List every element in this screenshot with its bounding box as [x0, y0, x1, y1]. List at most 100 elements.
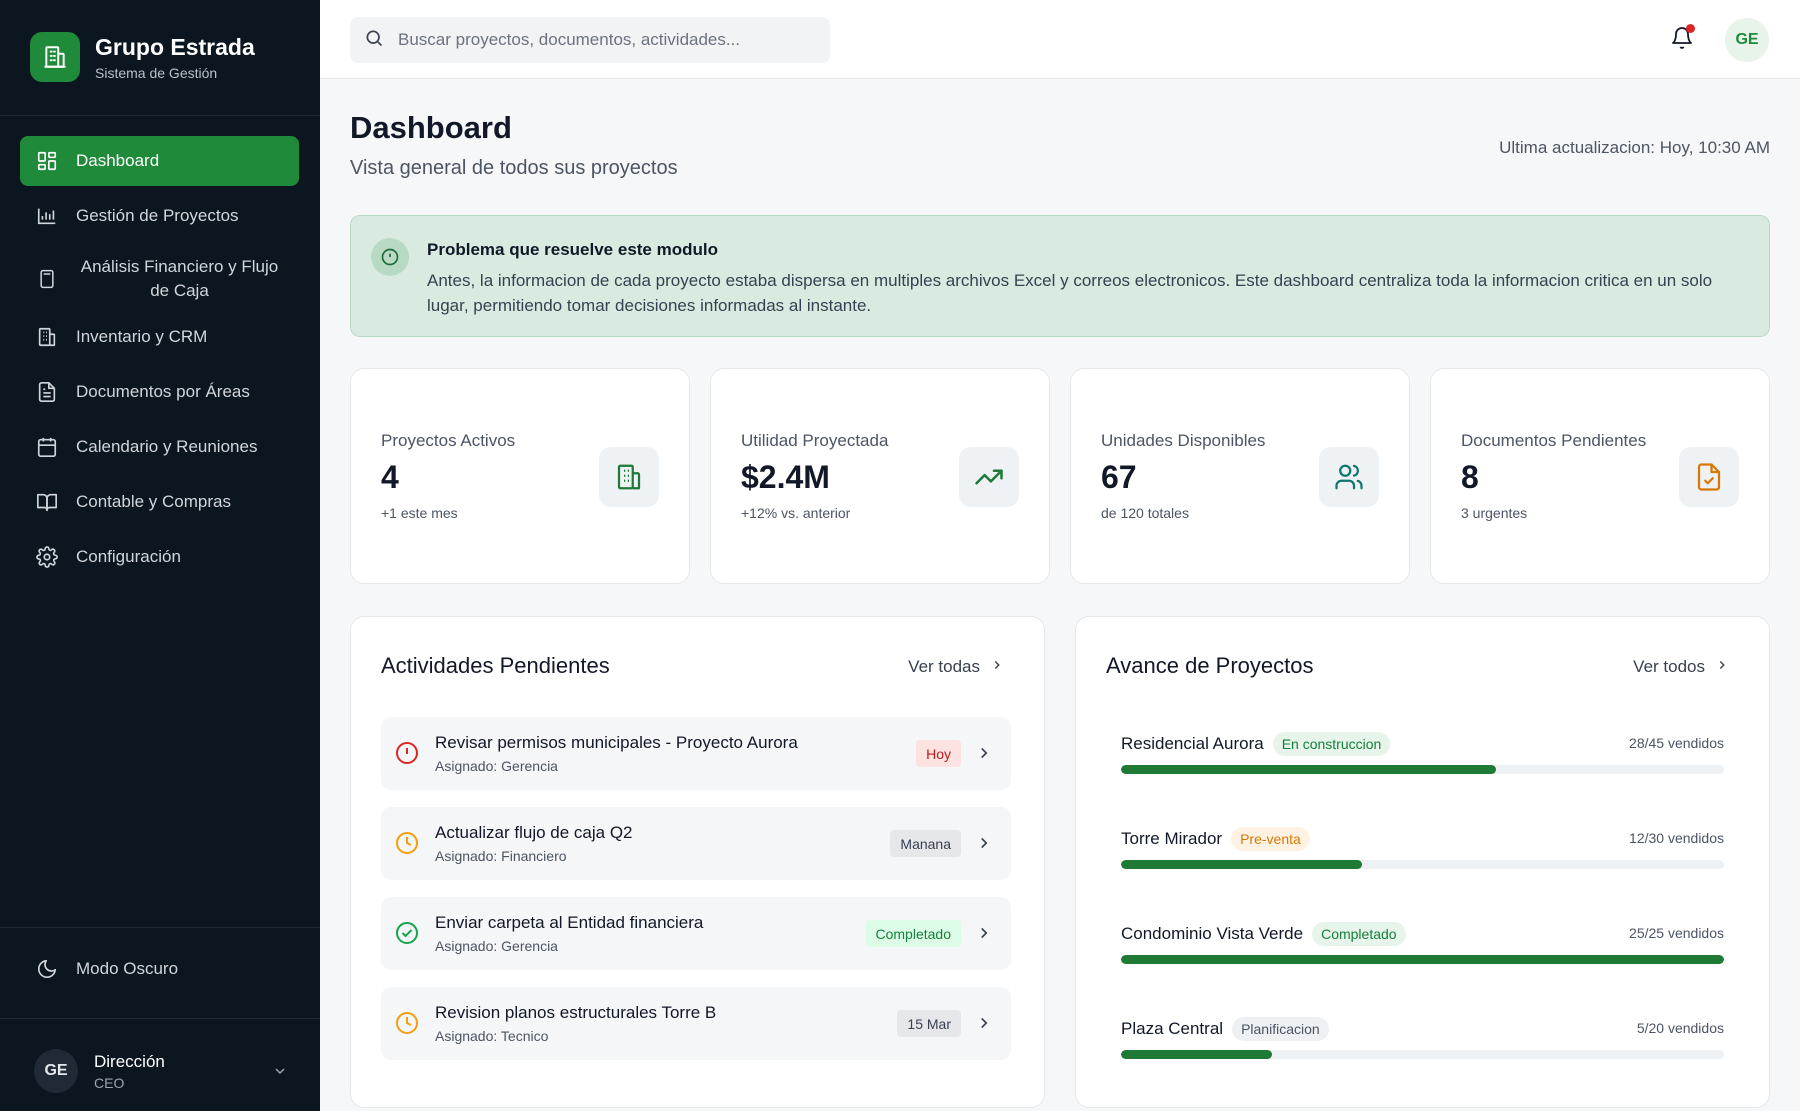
activity-assigned: Asignado: Gerencia — [435, 938, 558, 954]
view-all-activities-link[interactable]: Ver todas — [908, 657, 1004, 677]
sidebar-item-inventario[interactable]: Inventario y CRM — [20, 312, 299, 362]
brand-logo-icon — [30, 32, 80, 82]
info-title: Problema que resuelve este modulo — [427, 240, 718, 259]
clock-icon — [395, 1011, 419, 1035]
link-label: Ver todos — [1633, 657, 1705, 676]
user-name: Dirección — [94, 1051, 165, 1071]
stat-card-proyectos: Proyectos Activos 4 +1 este mes — [350, 368, 690, 584]
check-circle-icon — [395, 921, 419, 945]
progress-bar — [1121, 1050, 1724, 1059]
chevron-right-icon — [980, 657, 1004, 677]
bell-icon — [1670, 27, 1694, 54]
stat-note: +1 este mes — [381, 505, 458, 521]
activity-title: Actualizar flujo de caja Q2 — [435, 823, 633, 842]
building-icon — [36, 326, 58, 348]
sidebar-item-label: Dashboard — [76, 151, 160, 170]
clock-icon — [395, 831, 419, 855]
info-box: Problema que resuelve este modulo Antes,… — [350, 215, 1770, 337]
avatar[interactable]: GE — [1725, 18, 1769, 62]
brand-name: Grupo Estrada — [95, 33, 255, 60]
activity-title: Revisar permisos municipales - Proyecto … — [435, 733, 798, 752]
sidebar-divider — [0, 115, 320, 116]
sidebar-nav: Dashboard Gestión de Proyectos Análisis … — [20, 136, 299, 587]
trending-up-icon — [959, 447, 1019, 507]
brand[interactable]: Grupo Estrada Sistema de Gestión — [30, 32, 255, 82]
project-sold: 28/45 vendidos — [1629, 735, 1724, 751]
activity-item[interactable]: Enviar carpeta al Entidad financiera Asi… — [381, 897, 1011, 970]
stat-label: Proyectos Activos — [381, 431, 516, 450]
dark-mode-label: Modo Oscuro — [76, 959, 179, 978]
project-row[interactable]: Torre Mirador Pre-venta 12/30 vendidos — [1121, 827, 1724, 887]
notifications-button[interactable] — [1670, 24, 1696, 54]
sidebar-divider — [0, 927, 320, 928]
progress-bar — [1121, 765, 1724, 774]
book-icon — [36, 491, 58, 513]
activity-item[interactable]: Revision planos estructurales Torre B As… — [381, 987, 1011, 1060]
projects-panel: Avance de Proyectos Ver todos Residencia… — [1075, 616, 1770, 1108]
user-role: CEO — [94, 1074, 125, 1091]
project-name: Residencial Aurora — [1121, 734, 1264, 753]
chevron-right-icon — [975, 1014, 993, 1032]
project-name: Condominio Vista Verde — [1121, 924, 1304, 943]
stat-value: $2.4M — [741, 459, 830, 495]
stat-value: 4 — [381, 459, 399, 495]
sidebar-item-proyectos[interactable]: Gestión de Proyectos — [20, 191, 299, 241]
project-name: Plaza Central — [1121, 1019, 1224, 1038]
link-label: Ver todas — [908, 657, 980, 676]
view-all-projects-link[interactable]: Ver todos — [1633, 657, 1729, 677]
sidebar-item-dashboard[interactable]: Dashboard — [20, 136, 299, 186]
activity-item[interactable]: Revisar permisos municipales - Proyecto … — [381, 717, 1011, 790]
sidebar-item-label: Contable y Compras — [76, 492, 231, 511]
file-check-icon — [1679, 447, 1739, 507]
panel-title: Avance de Proyectos — [1106, 653, 1314, 678]
status-badge: Manana — [890, 830, 961, 857]
dark-mode-toggle[interactable]: Modo Oscuro — [36, 958, 178, 980]
users-icon — [1319, 447, 1379, 507]
sidebar-divider — [0, 1018, 320, 1019]
stat-label: Utilidad Proyectada — [741, 431, 889, 450]
stat-label: Documentos Pendientes — [1461, 431, 1647, 450]
sidebar-item-configuracion[interactable]: Configuración — [20, 532, 299, 582]
progress-bar — [1121, 955, 1724, 964]
status-badge: Pre-venta — [1231, 827, 1310, 851]
project-sold: 5/20 vendidos — [1636, 1020, 1724, 1036]
status-badge: Planificacion — [1232, 1017, 1329, 1041]
project-sold: 25/25 vendidos — [1629, 925, 1724, 941]
activities-panel: Actividades Pendientes Ver todas Revisar… — [350, 616, 1045, 1108]
project-sold: 12/30 vendidos — [1629, 830, 1724, 846]
progress-fill — [1121, 955, 1724, 964]
gear-icon — [36, 546, 58, 568]
sidebar-item-label: Configuración — [76, 547, 181, 566]
stat-card-utilidad: Utilidad Proyectada $2.4M +12% vs. anter… — [710, 368, 1050, 584]
sidebar-item-calendario[interactable]: Calendario y Reuniones — [20, 422, 299, 472]
project-row[interactable]: Residencial Aurora En construccion 28/45… — [1121, 732, 1724, 792]
chevron-right-icon — [975, 744, 993, 762]
project-row[interactable]: Plaza Central Planificacion 5/20 vendido… — [1121, 1017, 1724, 1077]
sidebar-item-contable[interactable]: Contable y Compras — [20, 477, 299, 527]
building-icon — [599, 447, 659, 507]
sidebar: Grupo Estrada Sistema de Gestión Dashboa… — [0, 0, 320, 1111]
stat-note: +12% vs. anterior — [741, 505, 851, 521]
chevron-down-icon[interactable] — [270, 1061, 290, 1081]
alert-circle-icon — [395, 741, 419, 765]
chart-icon — [36, 205, 58, 227]
progress-fill — [1121, 765, 1497, 774]
dashboard-icon — [36, 150, 58, 172]
stat-value: 8 — [1461, 459, 1479, 495]
calculator-icon — [36, 268, 58, 290]
search-input[interactable] — [398, 30, 818, 50]
activity-assigned: Asignado: Financiero — [435, 848, 567, 864]
sidebar-item-documentos[interactable]: Documentos por Áreas — [20, 367, 299, 417]
sidebar-item-financiero[interactable]: Análisis Financiero y Flujo de Caja — [20, 246, 299, 312]
project-row[interactable]: Condominio Vista Verde Completado 25/25 … — [1121, 922, 1724, 982]
stat-value: 67 — [1101, 459, 1137, 495]
info-icon — [371, 238, 409, 276]
sidebar-item-label: Gestión de Proyectos — [76, 206, 239, 225]
sidebar-item-label: Análisis Financiero y Flujo de Caja — [80, 257, 279, 300]
search-bar[interactable] — [350, 17, 830, 63]
chevron-right-icon — [975, 924, 993, 942]
activity-item[interactable]: Actualizar flujo de caja Q2 Asignado: Fi… — [381, 807, 1011, 880]
user-menu[interactable]: GE Dirección CEO — [34, 1049, 290, 1093]
progress-fill — [1121, 1050, 1272, 1059]
topbar: GE — [320, 0, 1800, 79]
